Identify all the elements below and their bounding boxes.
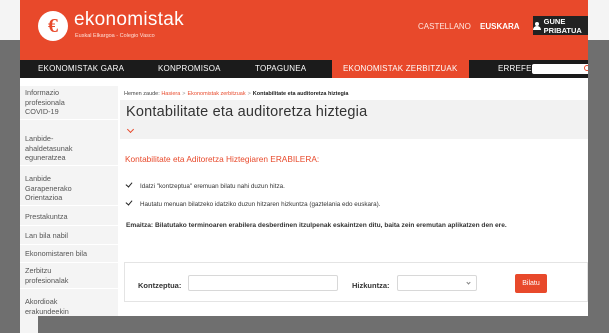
sidebar-item-ekonomistaren-bila[interactable]: Ekonomistaren bila	[20, 249, 118, 263]
sidebar-item-lan-bila[interactable]: Lan bila nabil	[20, 231, 118, 245]
sidebar-item-label: Akordioak	[25, 297, 58, 306]
main-nav: EKONOMISTAK GARA KONPROMISOA TOPAGUNEA E…	[20, 60, 588, 78]
section-heading: Kontabilitate eta Aditoretza Hiztegiaren…	[125, 154, 320, 164]
breadcrumb-separator: >	[182, 91, 186, 97]
check-icon	[125, 198, 133, 206]
page-title: Kontabilitate eta auditoretza hiztegia	[126, 104, 368, 120]
language-label: Hizkuntza:	[352, 281, 390, 290]
language-castellano-link[interactable]: CASTELLANO	[418, 22, 471, 31]
language-euskara-link[interactable]: EUSKARA	[480, 22, 520, 31]
list-item: Idatzi "kontzeptua" eremuan bilatu nahi …	[125, 180, 285, 190]
breadcrumb-current: Kontabilitate eta auditoretza hiztegia	[252, 91, 349, 97]
sidebar-item-label: profesionalak	[25, 275, 69, 285]
sidebar-item-label: Orientazioa	[25, 193, 63, 202]
web-page: € ekonomistak Euskal Elkargoa - Colegio …	[20, 0, 588, 316]
sidebar-item-label: Informazio	[25, 88, 60, 97]
backdrop-left	[0, 40, 20, 333]
sidebar-item-label: ahaldetasunak	[25, 143, 73, 153]
search-form: Kontzeptua: Hizkuntza: Bilatu	[124, 262, 588, 302]
sidebar-item-lanbide-garapenerako[interactable]: Lanbide Garapenerako Orientazioa	[20, 174, 118, 206]
search-icon[interactable]	[584, 65, 588, 71]
nav-item-konpromisoa[interactable]: KONPROMISOA	[158, 60, 221, 78]
sidebar-item-label: Lanbide-	[25, 134, 54, 143]
nav-item-topagunea[interactable]: TOPAGUNEA	[255, 60, 306, 78]
search-input[interactable]	[532, 64, 588, 74]
sidebar-item-prestakuntza[interactable]: Prestakuntza	[20, 212, 118, 226]
sidebar-item-label: Garapenerako	[25, 183, 72, 193]
sidebar-item-covid[interactable]: Informazio profesionala COVID-19	[20, 88, 118, 120]
search-button[interactable]: Bilatu	[515, 274, 547, 293]
concept-label: Kontzeptua:	[138, 281, 182, 290]
backdrop-bottom	[38, 316, 609, 333]
sidebar-item-label: Ekonomistaren bila	[25, 249, 88, 258]
backdrop-right	[588, 40, 609, 333]
sidebar-item-label: Prestakuntza	[25, 212, 68, 221]
sidebar: Informazio profesionala COVID-19 Lanbide…	[20, 86, 118, 316]
logo-name[interactable]: ekonomistak	[74, 9, 184, 31]
sidebar-item-zerbitzu-profesionalak[interactable]: Zerbitzu profesionalak	[20, 266, 118, 289]
logo-icon[interactable]: €	[38, 11, 68, 41]
sidebar-item-label: Zerbitzu	[25, 266, 52, 275]
concept-input[interactable]	[188, 275, 338, 291]
list-item-text: Hautatu menuan bilatzeko idatziko duzun …	[140, 201, 381, 208]
sidebar-item-akordioak[interactable]: Akordioak erakundeekin	[20, 297, 118, 316]
site-header: € ekonomistak Euskal Elkargoa - Colegio …	[20, 0, 588, 60]
logo-subtitle: Euskal Elkargoa - Colegio Vasco	[75, 33, 155, 39]
page-title-box: Kontabilitate eta auditoretza hiztegia	[120, 100, 588, 139]
chevron-down-icon	[466, 280, 471, 285]
chevron-down-icon	[126, 125, 135, 134]
breadcrumb: Hemen zaude: Hasiera > Ekonomistak zerbitz…	[124, 91, 348, 97]
nav-item-ekonomistak-gara[interactable]: EKONOMISTAK GARA	[38, 60, 124, 78]
user-icon	[533, 21, 541, 30]
sidebar-item-lanbide-ahaldetasunak[interactable]: Lanbide- ahaldetasunak eguneratzea	[20, 134, 118, 166]
language-select[interactable]	[397, 275, 477, 291]
check-icon	[125, 180, 133, 188]
private-area-button[interactable]: GUNE PRIBATUA	[533, 16, 588, 35]
list-item: Hautatu menuan bilatzeko idatziko duzun …	[125, 198, 381, 208]
nav-item-ekonomistak-zerbitzuak[interactable]: EKONOMISTAK ZERBITZUAK	[332, 60, 469, 78]
private-area-label: GUNE PRIBATUA	[543, 16, 582, 35]
list-item-text: Idatzi "kontzeptua" eremuan bilatu nahi …	[140, 183, 285, 190]
breadcrumb-home-link[interactable]: Hasiera	[161, 91, 180, 97]
sidebar-item-label: Lan bila nabil	[25, 231, 69, 240]
sidebar-item-label: profesionala	[25, 97, 65, 107]
breadcrumb-section-link[interactable]: Ekonomistak zerbitzuak	[187, 91, 245, 97]
breadcrumb-separator: >	[247, 91, 251, 97]
breadcrumb-prefix: Hemen zaude:	[124, 91, 160, 97]
result-note: Emaitza: Bilatutako terminoaren erabiler…	[126, 222, 507, 229]
sidebar-item-label: erakundeekin	[25, 306, 69, 316]
sidebar-item-label: Lanbide	[25, 174, 51, 183]
sidebar-item-label: eguneratzea	[25, 153, 66, 162]
sidebar-item-label: COVID-19	[25, 107, 59, 116]
